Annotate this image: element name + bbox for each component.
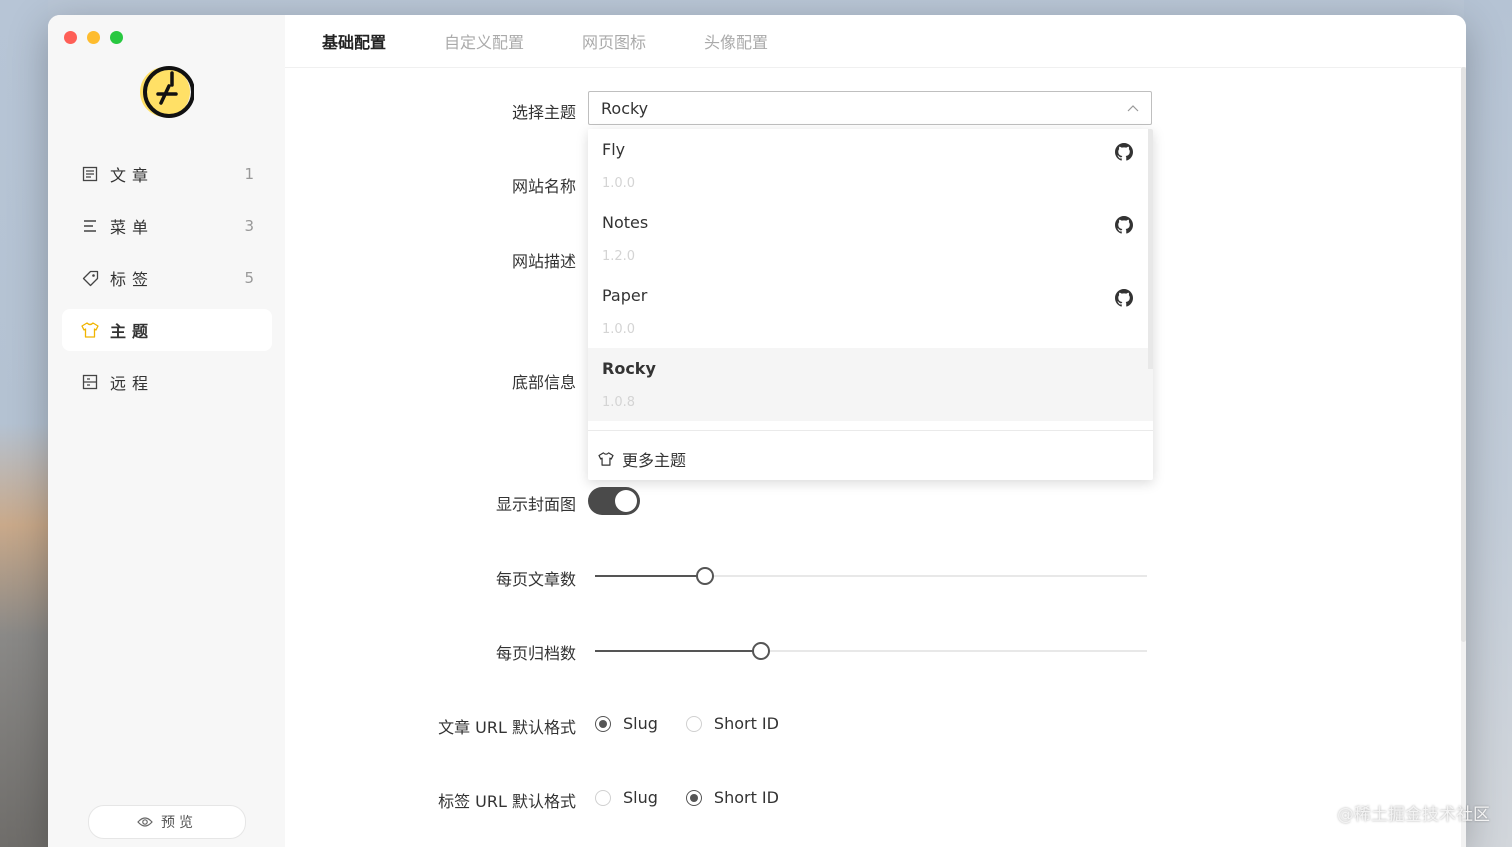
close-window-button[interactable] [64,31,77,44]
minimize-window-button[interactable] [87,31,100,44]
theme-option-name: Notes [602,213,649,232]
tab-favicon[interactable]: 网页图标 [582,29,646,53]
cover-toggle[interactable] [588,487,640,515]
preview-button[interactable]: 预览 [88,805,246,839]
shirt-icon [80,320,100,340]
theme-option-name: Rocky [602,359,656,378]
menu-icon [80,216,100,236]
more-themes-label: 更多主题 [622,451,687,470]
radio-dot[interactable] [685,715,702,732]
preview-label: 预览 [161,815,197,831]
radio-dot[interactable] [595,789,611,806]
sidebar-item-label: 文章 [110,166,155,185]
desktop-wallpaper-right [1464,0,1512,847]
archives-per-page-slider[interactable] [595,641,1147,661]
watermark: @稀土掘金技术社区 [1337,805,1490,825]
theme-option-notes[interactable]: Notes 1.2.0 [588,202,1153,275]
sidebar-item-themes[interactable]: 主题 [62,309,272,351]
theme-option-version: 1.0.8 [602,395,636,410]
sidebar-nav: 文章 1 菜单 3 标签 5 主题 远程 [62,153,272,413]
dropdown-divider [588,430,1153,431]
theme-option-rocky[interactable]: Rocky 1.0.8 [588,348,1153,421]
slider-track [595,575,706,577]
zoom-window-button[interactable] [110,31,123,44]
window-controls [64,31,123,44]
theme-option-fly[interactable]: Fly 1.0.0 [588,129,1153,202]
footer-label: 底部信息 [511,373,576,392]
theme-select-value: Rocky [601,98,649,118]
radio-dot[interactable] [685,789,702,806]
chevron-up-icon [1127,105,1139,112]
theme-option-version: 1.0.0 [602,322,636,337]
theme-option-version: 1.2.0 [602,249,636,264]
sidebar-item-count: 5 [244,269,254,287]
sidebar-item-label: 主题 [110,322,155,341]
github-icon[interactable] [1115,143,1133,161]
tab-basic-config[interactable]: 基础配置 [322,29,386,53]
tag-icon [80,268,100,288]
radio-label: Slug [623,714,658,733]
radio-label: Short ID [713,714,779,733]
dropdown-scrollbar[interactable] [1148,129,1153,369]
sidebar-item-tags[interactable]: 标签 5 [62,257,272,299]
article-icon [80,164,100,184]
tag-url-radio-slug[interactable]: Slug [595,788,658,807]
scrollbar-thumb[interactable] [1461,67,1466,642]
shirt-icon [598,452,614,466]
eye-icon [137,817,153,827]
theme-label: 选择主题 [511,103,576,122]
tag-url-format-radio-group: Slug Short ID [595,788,807,807]
github-icon[interactable] [1115,216,1133,234]
sidebar-item-menus[interactable]: 菜单 3 [62,205,272,247]
sidebar-item-label: 标签 [110,270,155,289]
slider-track [595,650,761,652]
post-url-format-label: 文章 URL 默认格式 [438,718,576,737]
app-window: 文章 1 菜单 3 标签 5 主题 远程 预览 基础配置 自定义配置 网页图标 … [48,15,1466,847]
post-url-radio-slug[interactable]: Slug [595,714,658,733]
more-themes-link[interactable]: 更多主题 [598,447,686,471]
toggle-knob [615,490,637,512]
theme-option-name: Paper [602,286,648,305]
tab-avatar-config[interactable]: 头像配置 [704,29,768,53]
theme-option-paper[interactable]: Paper 1.0.0 [588,275,1153,348]
theme-option-version: 1.0.0 [602,176,636,191]
posts-per-page-slider[interactable] [595,566,1147,586]
github-icon[interactable] [1115,289,1133,307]
slider-handle[interactable] [751,642,770,660]
sidebar-item-label: 菜单 [110,218,155,237]
cover-label: 显示封面图 [495,495,576,514]
archives-per-page-label: 每页归档数 [495,644,576,663]
main-content: 基础配置 自定义配置 网页图标 头像配置 选择主题 Rocky 网站名称 网站描… [285,15,1466,847]
sidebar: 文章 1 菜单 3 标签 5 主题 远程 预览 [48,15,285,847]
sidebar-item-remote[interactable]: 远程 [62,361,272,403]
tag-url-radio-short-id[interactable]: Short ID [685,788,779,807]
site-name-label: 网站名称 [511,177,576,196]
radio-dot[interactable] [595,715,611,732]
sidebar-item-count: 3 [244,217,254,235]
remote-icon [80,372,100,392]
tab-bar: 基础配置 自定义配置 网页图标 头像配置 [285,15,1466,68]
theme-option-name: Fly [602,140,626,159]
sidebar-item-articles[interactable]: 文章 1 [62,153,272,195]
posts-per-page-label: 每页文章数 [495,570,576,589]
slider-handle[interactable] [696,567,715,585]
app-logo-icon [140,66,194,118]
tab-custom-config[interactable]: 自定义配置 [444,29,524,53]
theme-dropdown: Fly 1.0.0 Notes 1.2.0 Paper 1.0.0 Rocky … [588,129,1153,480]
post-url-format-radio-group: Slug Short ID [595,714,807,733]
radio-label: Short ID [713,788,779,807]
sidebar-item-label: 远程 [110,374,155,393]
radio-label: Slug [623,788,658,807]
desktop-wallpaper-left [0,0,48,847]
post-url-radio-short-id[interactable]: Short ID [685,714,779,733]
sidebar-item-count: 1 [244,165,254,183]
theme-select[interactable]: Rocky [588,91,1152,125]
site-desc-label: 网站描述 [511,252,576,271]
tag-url-format-label: 标签 URL 默认格式 [438,792,576,811]
